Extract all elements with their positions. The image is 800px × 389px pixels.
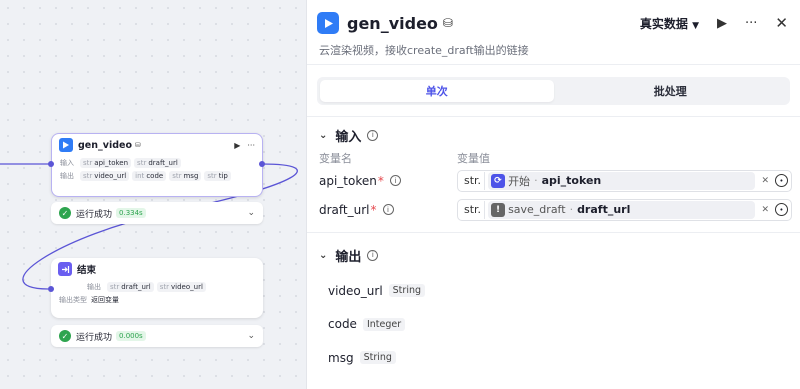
output-tag: str msg xyxy=(169,170,202,181)
node-title: 结束 xyxy=(77,265,97,276)
output-list: video_url String code Integer msg String xyxy=(307,274,800,375)
info-icon[interactable]: i xyxy=(389,175,401,186)
output-tag: str video_url xyxy=(80,170,130,181)
divider xyxy=(307,64,800,65)
info-icon[interactable]: i xyxy=(367,249,379,261)
divider xyxy=(307,232,800,233)
run-node-icon[interactable]: ▶ xyxy=(234,141,240,150)
type-chip: String xyxy=(359,351,396,365)
caret-down-icon: ▼ xyxy=(692,20,700,31)
video-play-icon xyxy=(59,138,73,152)
panel-description: 云渲染视频，接收create_draft输出的链接 xyxy=(319,44,529,57)
output-section-header[interactable]: ⌄ 输出 i xyxy=(307,240,800,270)
end-input-port[interactable] xyxy=(48,286,54,292)
input-tag: str draft_url xyxy=(134,157,181,168)
output-tag: str tip xyxy=(204,170,231,181)
start-node-icon: ⟳ xyxy=(491,173,506,188)
node-outputs: 输出 str draft_url str video_url xyxy=(51,280,263,293)
run-mode-tabs: 单次 批处理 xyxy=(317,77,790,105)
data-mode-dropdown[interactable]: 真实数据 ▼ xyxy=(640,15,699,32)
output-type-row: 输出类型 返回变量 xyxy=(59,295,119,304)
node-detail-panel: gen_video ⛁ 真实数据 ▼ ▶ ··· ✕ 云渲染视频，接收creat… xyxy=(306,0,800,389)
panel-title: gen_video xyxy=(347,13,438,33)
chevron-down-icon[interactable]: ⌄ xyxy=(319,250,327,261)
success-check-icon: ✓ xyxy=(59,207,71,219)
variable-picker-icon[interactable]: • xyxy=(775,174,788,187)
success-check-icon: ✓ xyxy=(59,330,71,342)
gen-output-port[interactable] xyxy=(259,161,265,167)
more-icon[interactable]: ··· xyxy=(247,141,255,150)
variable-reference-field[interactable]: str. ⟳ 开始 · api_token ✕ • xyxy=(457,169,792,192)
output-tag: int code xyxy=(132,170,167,181)
clear-icon[interactable]: ✕ xyxy=(761,176,769,186)
info-icon[interactable]: i xyxy=(382,204,394,215)
variable-reference-field[interactable]: str. ! save_draft · draft_url ✕ • xyxy=(457,198,792,221)
output-row: code Integer xyxy=(307,308,800,342)
chevron-down-icon[interactable]: ⌄ xyxy=(319,130,327,141)
warning-icon: ! xyxy=(491,202,506,217)
gen-video-node[interactable]: gen_video ⛁ ▶ ··· 输入 str api_token str dra… xyxy=(51,133,263,197)
output-tag: str video_url xyxy=(156,281,206,292)
type-selector[interactable]: str. xyxy=(461,171,486,190)
chevron-down-icon[interactable]: ⌄ xyxy=(247,331,255,341)
video-play-icon xyxy=(317,12,339,34)
run-icon[interactable]: ▶ xyxy=(717,16,727,31)
end-run-status[interactable]: ✓ 运行成功 0.000s ⌄ xyxy=(51,325,263,347)
run-time-badge: 0.334s xyxy=(116,208,146,218)
workflow-canvas[interactable]: gen_video ⛁ ▶ ··· 输入 str api_token str dra… xyxy=(0,0,306,389)
info-icon[interactable]: i xyxy=(367,129,379,141)
node-inputs: 输入 str api_token str draft_url xyxy=(52,156,262,169)
variable-picker-icon[interactable]: • xyxy=(775,203,788,216)
reference-chip[interactable]: ! save_draft · draft_url xyxy=(488,200,756,219)
output-row: msg String xyxy=(307,341,800,375)
input-row-draft-url: draft_url * i str. ! save_draft · draft_… xyxy=(307,195,800,224)
clear-icon[interactable]: ✕ xyxy=(761,205,769,215)
chevron-down-icon[interactable]: ⌄ xyxy=(247,208,255,218)
tab-batch[interactable]: 批处理 xyxy=(554,80,788,102)
node-outputs: 输出 str video_url int code str msg str tip xyxy=(52,169,262,182)
divider xyxy=(307,116,800,117)
plugin-icon: ⛁ xyxy=(442,16,453,30)
gen-run-status[interactable]: ✓ 运行成功 0.334s ⌄ xyxy=(51,202,263,224)
output-row: video_url String xyxy=(307,274,800,308)
panel-header: gen_video ⛁ 真实数据 ▼ ▶ ··· ✕ xyxy=(307,0,800,46)
gen-input-port[interactable] xyxy=(48,161,54,167)
type-chip: String xyxy=(388,284,426,298)
type-chip: Integer xyxy=(362,317,406,331)
exit-icon xyxy=(58,262,72,276)
input-section-header[interactable]: ⌄ 输入 i xyxy=(307,120,800,150)
end-node[interactable]: 结束 输出 str draft_url str video_url 输出类型 返回变… xyxy=(51,258,263,318)
tab-single[interactable]: 单次 xyxy=(320,80,554,102)
type-selector[interactable]: str. xyxy=(461,200,486,219)
input-row-api-token: api_token * i str. ⟳ 开始 · api_token ✕ • xyxy=(307,166,800,195)
node-title: gen_video xyxy=(78,139,132,151)
reference-chip[interactable]: ⟳ 开始 · api_token xyxy=(488,171,756,190)
input-tag: str api_token xyxy=(80,157,132,168)
output-tag: str draft_url xyxy=(107,281,154,292)
more-icon[interactable]: ··· xyxy=(745,16,757,31)
input-column-headers: 变量名 变量值 xyxy=(319,152,490,165)
plugin-icon: ⛁ xyxy=(134,141,141,149)
run-time-badge: 0.000s xyxy=(116,331,146,341)
close-icon[interactable]: ✕ xyxy=(775,14,788,32)
